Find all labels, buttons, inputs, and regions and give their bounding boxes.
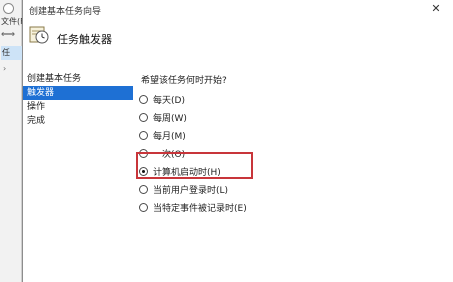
option-label: 当特定事件被记录时(E) (153, 204, 247, 214)
radio-button[interactable] (139, 185, 148, 194)
radio-button[interactable] (139, 95, 148, 104)
option-label: 每天(D) (153, 96, 185, 106)
highlight-annotation (136, 152, 253, 179)
option-monthly[interactable]: 每月(M) (139, 128, 319, 146)
tree-expand-icon[interactable]: › (3, 64, 6, 73)
option-event-logged[interactable]: 当特定事件被记录时(E) (139, 200, 319, 218)
nav-item-finish[interactable]: 完成 (23, 114, 135, 128)
back-forward-arrows-icon[interactable]: ⇐⇒ (1, 30, 15, 40)
dialog-title: 创建基本任务向导 (29, 7, 102, 17)
option-label: 每周(W) (153, 114, 187, 124)
nav-item-action[interactable]: 操作 (23, 100, 135, 114)
option-weekly[interactable]: 每周(W) (139, 110, 319, 128)
option-label: 每月(M) (153, 132, 186, 142)
option-label: 当前用户登录时(L) (153, 186, 229, 196)
trigger-question: 希望该任务何时开始? (141, 76, 227, 86)
create-basic-task-wizard: 创建基本任务向导 ✕ 任务触发器 创建基本任务 触发器 操作 完成 希望该任务何… (22, 0, 453, 282)
radio-button[interactable] (139, 131, 148, 140)
tree-item-task-scheduler[interactable]: 任 (1, 46, 22, 60)
task-clock-icon (29, 26, 49, 44)
nav-item-create-basic-task[interactable]: 创建基本任务 (23, 72, 135, 86)
wizard-steps-nav: 创建基本任务 触发器 操作 完成 (23, 72, 135, 128)
app-clock-icon (3, 3, 14, 14)
radio-button[interactable] (139, 113, 148, 122)
background-app-window: 文件(F ⇐⇒ 任 › (0, 0, 25, 282)
radio-button[interactable] (139, 203, 148, 212)
nav-item-trigger[interactable]: 触发器 (23, 86, 133, 100)
close-button[interactable]: ✕ (425, 0, 447, 18)
option-user-logon[interactable]: 当前用户登录时(L) (139, 182, 319, 200)
option-daily[interactable]: 每天(D) (139, 92, 319, 110)
page-title: 任务触发器 (57, 33, 112, 46)
